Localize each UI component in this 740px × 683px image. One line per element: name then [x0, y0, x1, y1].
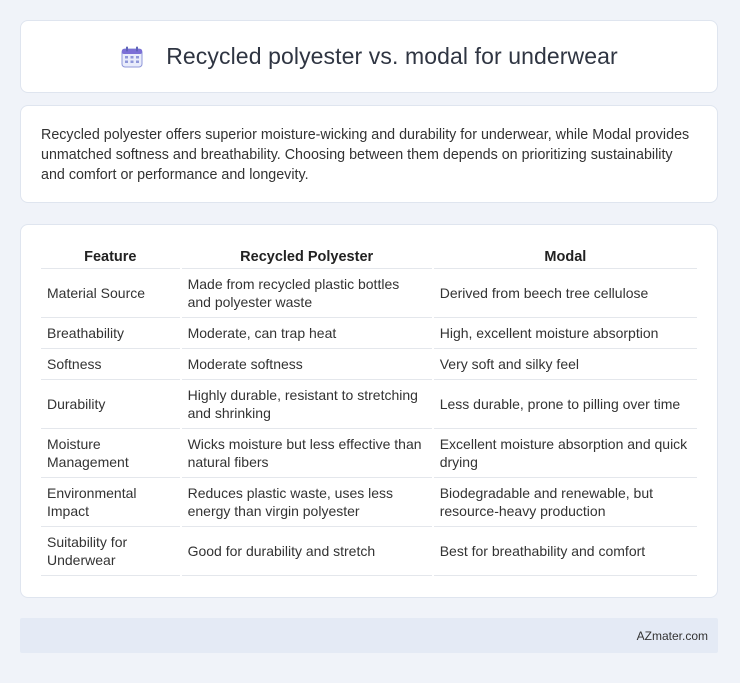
modal-cell: Best for breathability and comfort	[433, 527, 697, 576]
footer-site-link[interactable]: AZmater.com	[637, 629, 708, 643]
intro-card: Recycled polyester offers superior moist…	[20, 105, 718, 203]
table-row: Material Source Made from recycled plast…	[41, 269, 697, 318]
polyester-cell: Made from recycled plastic bottles and p…	[181, 269, 432, 318]
feature-cell: Environmental Impact	[41, 478, 180, 527]
polyester-cell: Moderate softness	[181, 349, 432, 380]
page-title: Recycled polyester vs. modal for underwe…	[166, 43, 618, 69]
header-recycled-polyester: Recycled Polyester	[181, 246, 432, 269]
polyester-cell: Good for durability and stretch	[181, 527, 432, 576]
feature-cell: Suitability for Underwear	[41, 527, 180, 576]
table-header-row: Feature Recycled Polyester Modal	[41, 246, 697, 269]
feature-cell: Moisture Management	[41, 429, 180, 478]
modal-cell: High, excellent moisture absorption	[433, 318, 697, 349]
modal-cell: Very soft and silky feel	[433, 349, 697, 380]
title-card: Recycled polyester vs. modal for underwe…	[20, 20, 718, 93]
polyester-cell: Moderate, can trap heat	[181, 318, 432, 349]
calendar-icon	[121, 46, 143, 67]
footer: AZmater.com	[20, 618, 718, 653]
intro-text: Recycled polyester offers superior moist…	[41, 127, 690, 183]
polyester-cell: Reduces plastic waste, uses less energy …	[181, 478, 432, 527]
modal-cell: Derived from beech tree cellulose	[433, 269, 697, 318]
feature-cell: Softness	[41, 349, 180, 380]
feature-cell: Material Source	[41, 269, 180, 318]
table-row: Durability Highly durable, resistant to …	[41, 380, 697, 429]
table-row: Suitability for Underwear Good for durab…	[41, 527, 697, 576]
table-row: Softness Moderate softness Very soft and…	[41, 349, 697, 380]
table-row: Moisture Management Wicks moisture but l…	[41, 429, 697, 478]
table-row: Breathability Moderate, can trap heat Hi…	[41, 318, 697, 349]
modal-cell: Excellent moisture absorption and quick …	[433, 429, 697, 478]
polyester-cell: Highly durable, resistant to stretching …	[181, 380, 432, 429]
feature-cell: Breathability	[41, 318, 180, 349]
header-modal: Modal	[433, 246, 697, 269]
comparison-table: Feature Recycled Polyester Modal Materia…	[39, 246, 699, 576]
modal-cell: Biodegradable and renewable, but resourc…	[433, 478, 697, 527]
comparison-card: Feature Recycled Polyester Modal Materia…	[20, 224, 718, 598]
header-feature: Feature	[41, 246, 180, 269]
table-row: Environmental Impact Reduces plastic was…	[41, 478, 697, 527]
feature-cell: Durability	[41, 380, 180, 429]
modal-cell: Less durable, prone to pilling over time	[433, 380, 697, 429]
polyester-cell: Wicks moisture but less effective than n…	[181, 429, 432, 478]
